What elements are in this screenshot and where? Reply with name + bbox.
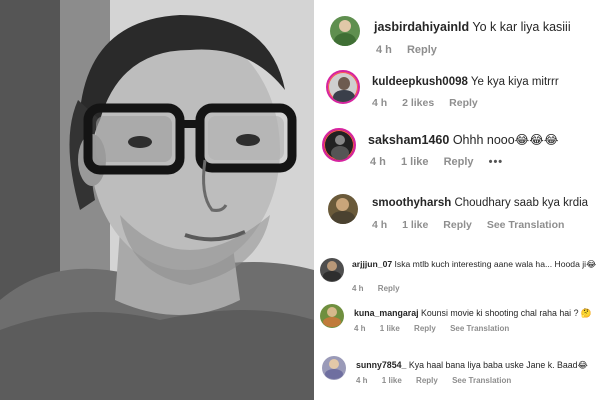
comment-text: Ohhh nooo😂😂😂 xyxy=(452,133,559,147)
comment-time: 4 h xyxy=(372,219,388,231)
comment-username[interactable]: kuna_mangaraj xyxy=(354,308,419,318)
comment-item: saksham1460 Ohhh nooo😂😂😂 4 h 1 like Repl… xyxy=(314,126,600,176)
comment-text: Iska mtlb kuch interesting aane wala ha.… xyxy=(394,259,597,269)
comment-text: Ye kya kiya mitrrr xyxy=(470,76,559,88)
see-translation-link[interactable]: See Translation xyxy=(487,219,565,231)
comment-username[interactable]: jasbirdahiyainld xyxy=(374,20,469,34)
comment-item: jasbirdahiyainld Yo k kar liya kasiii 4 … xyxy=(314,14,600,60)
comment-time: 4 h xyxy=(372,97,388,109)
comment-time: 4 h xyxy=(370,156,386,168)
comment-time: 4 h xyxy=(352,284,364,293)
user-avatar-icon[interactable] xyxy=(330,16,360,46)
user-avatar-icon[interactable] xyxy=(320,258,344,282)
comment-item: arjjjun_07 Iska mtlb kuch interesting aa… xyxy=(314,256,600,296)
reply-button[interactable]: Reply xyxy=(443,219,472,231)
see-translation-link[interactable]: See Translation xyxy=(452,376,511,385)
see-translation-link[interactable]: See Translation xyxy=(450,324,509,333)
likes-count[interactable]: 1 like xyxy=(382,376,402,385)
post-photo xyxy=(0,0,314,400)
comment-time: 4 h xyxy=(376,44,392,56)
comment-username[interactable]: arjjjun_07 xyxy=(352,259,392,269)
reply-button[interactable]: Reply xyxy=(414,324,436,333)
comment-item: kuna_mangaraj Kounsi movie ki shooting c… xyxy=(314,304,600,340)
comment-username[interactable]: saksham1460 xyxy=(368,133,449,147)
comments-panel: jasbirdahiyainld Yo k kar liya kasiii 4 … xyxy=(314,0,600,400)
comment-item: smoothyharsh Choudhary saab kya krdia 4 … xyxy=(314,192,600,238)
comment-text: Choudhary saab kya krdia xyxy=(454,197,589,209)
man-with-glasses-photo xyxy=(0,0,314,400)
reply-button[interactable]: Reply xyxy=(444,156,474,168)
comment-username[interactable]: kuldeepkush0098 xyxy=(372,76,468,88)
comment-item: sunny7854_ Kya haal bana liya baba uske … xyxy=(314,356,600,392)
user-avatar-icon[interactable] xyxy=(322,128,356,162)
user-avatar-icon[interactable] xyxy=(322,356,346,380)
more-options-icon[interactable]: ••• xyxy=(489,156,504,168)
comment-time: 4 h xyxy=(356,376,368,385)
comment-time: 4 h xyxy=(354,324,366,333)
reply-button[interactable]: Reply xyxy=(416,376,438,385)
comment-text: Kya haal bana liya baba uske Jane k. Baa… xyxy=(408,360,588,370)
user-avatar-icon[interactable] xyxy=(320,304,344,328)
comment-text: Yo k kar liya kasiii xyxy=(472,20,571,34)
comment-text: Kounsi movie ki shooting chal raha hai ?… xyxy=(421,308,592,318)
reply-button[interactable]: Reply xyxy=(449,97,478,109)
user-avatar-icon[interactable] xyxy=(326,70,360,104)
likes-count[interactable]: 2 likes xyxy=(402,97,434,109)
likes-count[interactable]: 1 like xyxy=(380,324,400,333)
user-avatar-icon[interactable] xyxy=(328,194,358,224)
likes-count[interactable]: 1 like xyxy=(401,156,429,168)
comment-username[interactable]: sunny7854_ xyxy=(356,360,406,370)
comment-item: kuldeepkush0098 Ye kya kiya mitrrr 4 h 2… xyxy=(314,68,600,114)
comment-username[interactable]: smoothyharsh xyxy=(372,197,451,209)
likes-count[interactable]: 1 like xyxy=(402,219,428,231)
reply-button[interactable]: Reply xyxy=(378,284,400,293)
reply-button[interactable]: Reply xyxy=(407,44,437,56)
